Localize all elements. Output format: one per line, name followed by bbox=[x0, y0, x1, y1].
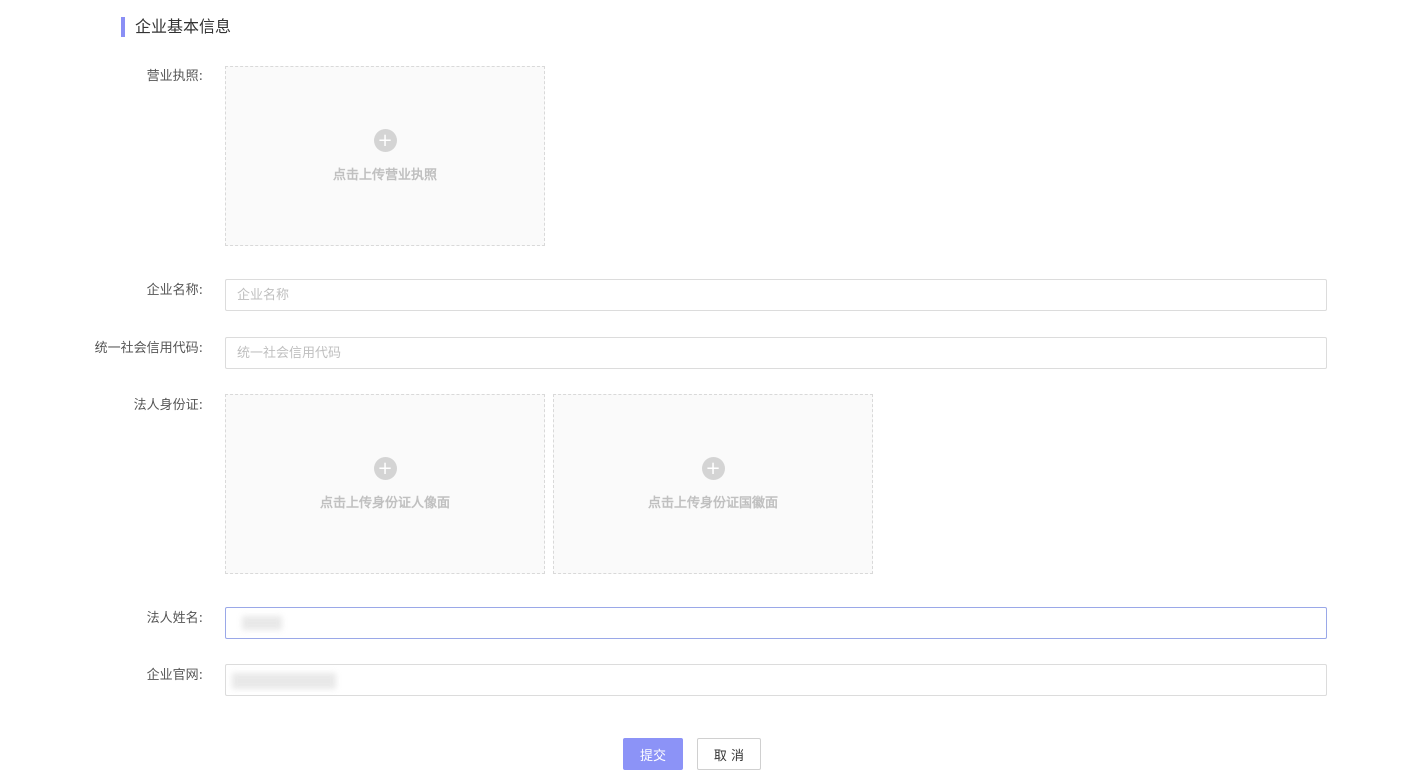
business-license-upload-text: 点击上传营业执照 bbox=[332, 168, 437, 183]
website-label: 企业官网: bbox=[146, 668, 203, 683]
section-accent-bar bbox=[121, 16, 125, 37]
upload-content: + 点击上传身份证人像面 bbox=[226, 457, 544, 511]
credit-code-label: 统一社会信用代码: bbox=[94, 341, 203, 356]
redacted-value bbox=[242, 616, 282, 630]
id-front-upload-text: 点击上传身份证人像面 bbox=[319, 496, 450, 511]
section-header: 企业基本信息 bbox=[121, 16, 231, 37]
company-name-input[interactable] bbox=[225, 279, 1327, 311]
section-title: 企业基本信息 bbox=[135, 16, 232, 36]
id-back-upload-text: 点击上传身份证国徽面 bbox=[647, 496, 778, 511]
legal-name-label: 法人姓名: bbox=[146, 611, 203, 626]
plus-circle-icon: + bbox=[373, 457, 397, 480]
cancel-button[interactable]: 取 消 bbox=[697, 738, 761, 770]
upload-content: + 点击上传身份证国徽面 bbox=[554, 457, 872, 511]
id-front-upload[interactable]: + 点击上传身份证人像面 bbox=[225, 394, 545, 574]
legal-id-label: 法人身份证: bbox=[133, 398, 203, 413]
enterprise-info-form: 企业基本信息 营业执照: + 点击上传营业执照 企业名称: 统一社会信用代码: … bbox=[0, 0, 1402, 784]
plus-circle-icon: + bbox=[373, 129, 397, 152]
plus-circle-icon: + bbox=[701, 457, 725, 480]
redacted-value bbox=[232, 673, 336, 689]
business-license-upload[interactable]: + 点击上传营业执照 bbox=[225, 66, 545, 246]
website-input[interactable] bbox=[225, 664, 1327, 696]
credit-code-input[interactable] bbox=[225, 337, 1327, 369]
business-license-label: 营业执照: bbox=[146, 69, 203, 84]
company-name-label: 企业名称: bbox=[146, 283, 203, 298]
upload-content: + 点击上传营业执照 bbox=[226, 129, 544, 183]
legal-name-input[interactable] bbox=[225, 607, 1327, 639]
id-back-upload[interactable]: + 点击上传身份证国徽面 bbox=[553, 394, 873, 574]
submit-button[interactable]: 提交 bbox=[623, 738, 683, 770]
